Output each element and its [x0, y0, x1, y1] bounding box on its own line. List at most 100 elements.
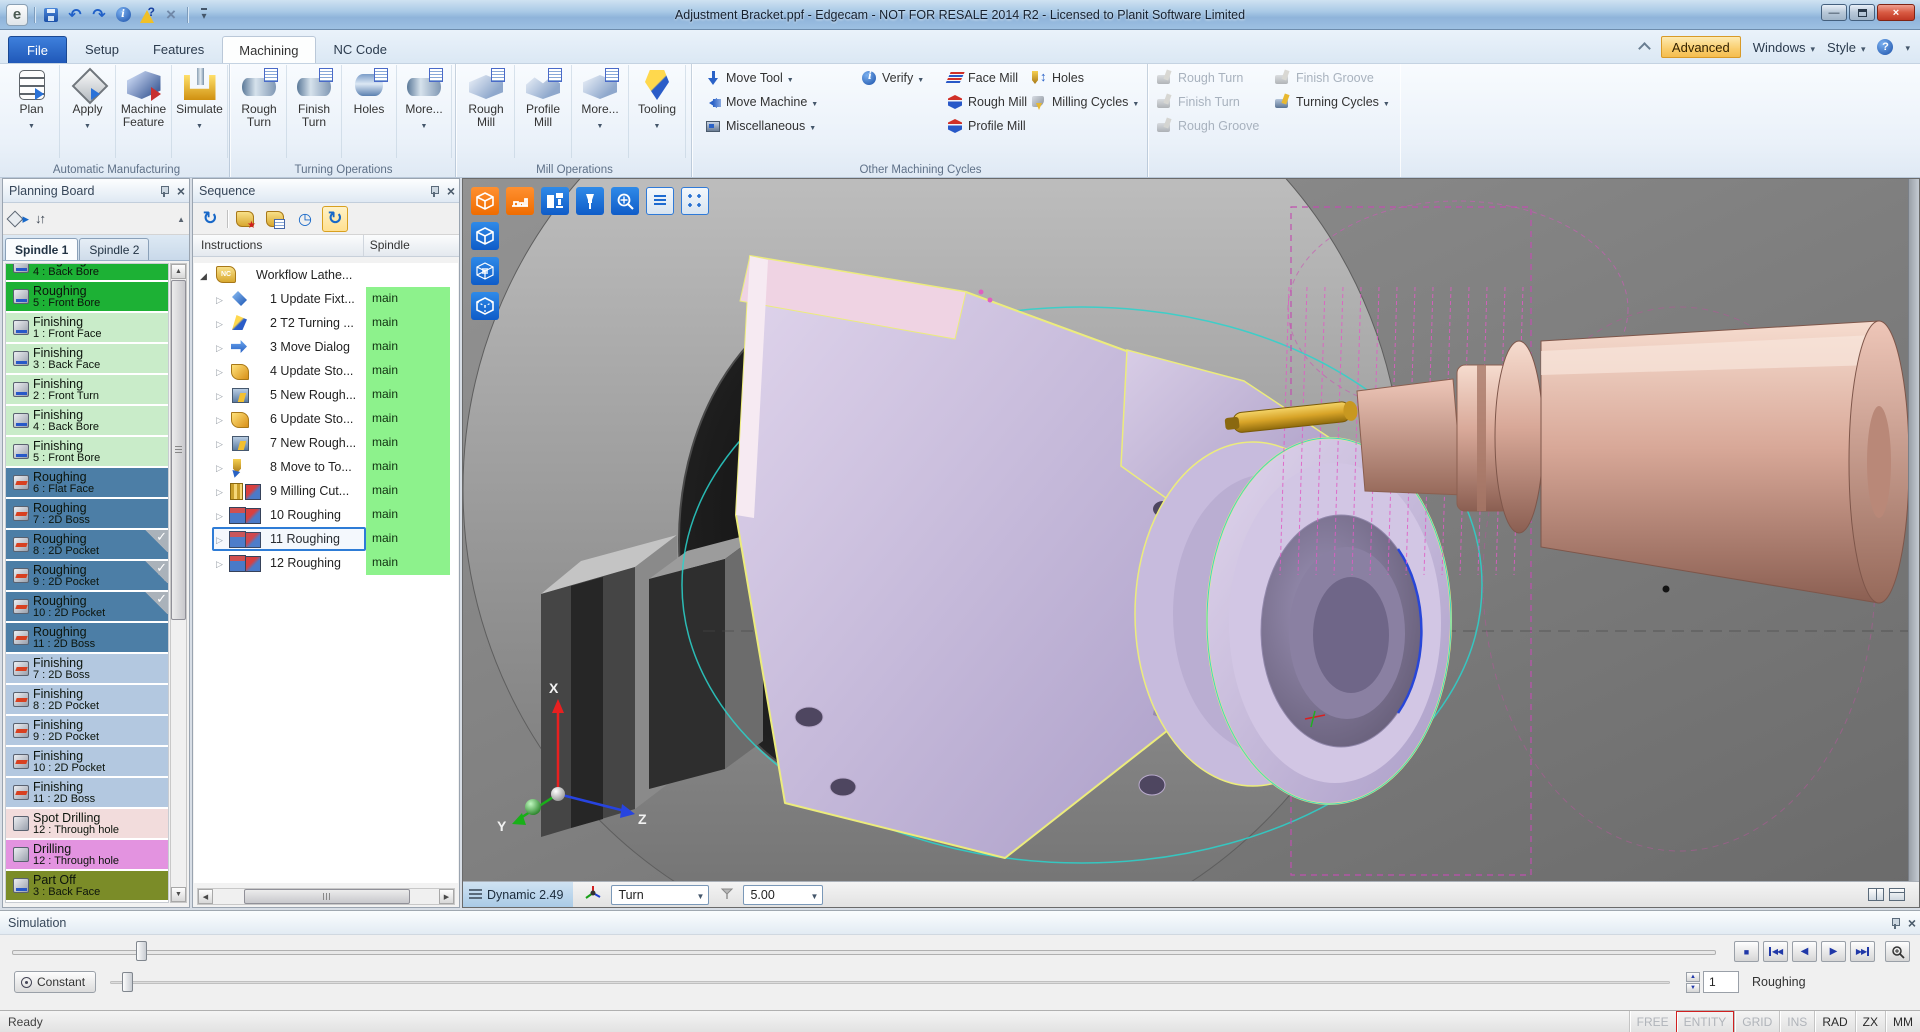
- play-button[interactable]: [1821, 941, 1846, 962]
- sequence-instruction-row[interactable]: 5 New Rough... main: [194, 383, 458, 407]
- ribbon-big-button[interactable]: Finish Turn: [287, 65, 342, 158]
- expand-arrow-icon[interactable]: [216, 556, 226, 570]
- close-icon[interactable]: [1908, 915, 1916, 931]
- ribbon-small-button[interactable]: Holes: [1026, 66, 1143, 90]
- slider-thumb[interactable]: [122, 972, 133, 992]
- planning-operation[interactable]: Roughing 6 : Flat Face: [6, 468, 168, 497]
- scrollbar-thumb[interactable]: [171, 280, 186, 620]
- collapse-ribbon-icon[interactable]: [1639, 44, 1649, 50]
- ribbon-big-button[interactable]: More...: [572, 65, 629, 158]
- expand-arrow-icon[interactable]: [216, 532, 226, 546]
- zoom-icon[interactable]: [611, 187, 639, 215]
- maximize-button[interactable]: [1849, 4, 1875, 21]
- ribbon-big-button[interactable]: More...: [397, 65, 452, 158]
- customize-quick-access-icon[interactable]: [194, 5, 214, 25]
- planning-operation[interactable]: Finishing 9 : 2D Pocket: [6, 716, 168, 745]
- planning-scrollbar[interactable]: [170, 263, 187, 903]
- scroll-down-icon[interactable]: [171, 887, 186, 902]
- planning-operation[interactable]: Finishing 4 : Back Bore: [6, 406, 168, 435]
- ribbon-tab[interactable]: NC Code: [318, 36, 403, 63]
- info-icon[interactable]: i: [113, 5, 133, 25]
- ribbon-small-button[interactable]: Move Tool: [700, 66, 822, 90]
- planning-operation[interactable]: Roughing 7 : 2D Boss: [6, 499, 168, 528]
- pin-icon[interactable]: [1891, 917, 1900, 929]
- chevron-down-icon[interactable]: [1905, 40, 1910, 54]
- sequence-instruction-row[interactable]: 8 Move to To... main: [194, 455, 458, 479]
- planning-operation[interactable]: Roughing 11 : 2D Boss: [6, 623, 168, 652]
- reorder-icon[interactable]: [35, 211, 44, 226]
- sequence-instruction-row[interactable]: 2 T2 Turning ... main: [194, 311, 458, 335]
- collapse-arrow-icon[interactable]: [200, 268, 210, 282]
- ribbon-tab[interactable]: Features: [137, 36, 220, 63]
- ribbon-small-button[interactable]: Milling Cycles: [1026, 90, 1143, 114]
- scrollbar-thumb[interactable]: [244, 889, 410, 904]
- close-icon[interactable]: [447, 183, 455, 199]
- view-list-icon[interactable]: [646, 187, 674, 215]
- sequence-instruction-row[interactable]: 4 Update Sto... main: [194, 359, 458, 383]
- nc-code-report-icon[interactable]: [262, 206, 288, 232]
- expand-arrow-icon[interactable]: [216, 388, 226, 402]
- help-icon[interactable]: ?: [1877, 39, 1893, 55]
- ribbon-tab[interactable]: Machining: [222, 36, 315, 63]
- scroll-up-icon[interactable]: [177, 211, 185, 225]
- planning-operation[interactable]: Spot Drilling 12 : Through hole: [6, 809, 168, 838]
- minimize-button[interactable]: —: [1821, 4, 1847, 21]
- ribbon-small-button[interactable]: Move Machine: [700, 90, 822, 114]
- spin-down-icon[interactable]: [1686, 983, 1700, 993]
- ribbon-big-button[interactable]: Rough Mill: [458, 65, 515, 158]
- tolerance-select[interactable]: 5.00: [743, 885, 823, 905]
- scroll-up-icon[interactable]: [171, 264, 186, 279]
- stock-wire-icon[interactable]: [471, 257, 499, 285]
- ribbon-small-button[interactable]: Face Mill: [942, 66, 1031, 90]
- ribbon-big-button[interactable]: Tooling: [629, 65, 686, 158]
- ribbon-big-button[interactable]: Holes: [342, 65, 397, 158]
- sequence-horizontal-scrollbar[interactable]: [197, 888, 455, 905]
- undo-icon[interactable]: [65, 5, 85, 25]
- status-toggle[interactable]: ZX: [1855, 1011, 1885, 1032]
- expand-arrow-icon[interactable]: [216, 412, 226, 426]
- stock-half-icon[interactable]: [471, 292, 499, 320]
- split-view-icon[interactable]: [1868, 888, 1884, 901]
- status-toggle[interactable]: GRID: [1734, 1011, 1779, 1032]
- ribbon-big-button[interactable]: Rough Turn: [232, 65, 287, 158]
- planning-operation[interactable]: Finishing 7 : 2D Boss: [6, 654, 168, 683]
- expand-arrow-icon[interactable]: [216, 340, 226, 354]
- slider-thumb[interactable]: [136, 941, 147, 961]
- single-view-icon[interactable]: [1889, 888, 1905, 901]
- ribbon-small-button[interactable]: Rough Mill: [942, 90, 1031, 114]
- planning-operation[interactable]: Finishing 11 : 2D Boss: [6, 778, 168, 807]
- expand-arrow-icon[interactable]: [216, 484, 226, 498]
- windows-menu[interactable]: Windows: [1753, 40, 1815, 55]
- ribbon-small-button[interactable]: Turning Cycles: [1270, 90, 1394, 114]
- sequence-instruction-row[interactable]: 3 Move Dialog main: [194, 335, 458, 359]
- ribbon-small-button[interactable]: Rough Turn: [1152, 66, 1263, 90]
- sequence-instruction-row[interactable]: 9 Milling Cut... main: [194, 479, 458, 503]
- spindle-tab[interactable]: Spindle 2: [79, 238, 149, 260]
- ribbon-big-button[interactable]: Plan: [4, 65, 60, 158]
- close-icon[interactable]: [177, 183, 185, 199]
- planning-operation[interactable]: Finishing 10 : 2D Pocket: [6, 747, 168, 776]
- planning-operation[interactable]: Finishing 1 : Front Face: [6, 313, 168, 342]
- apply-plan-icon[interactable]: [7, 209, 29, 229]
- status-toggle[interactable]: FREE: [1629, 1011, 1676, 1032]
- skip-to-start-button[interactable]: [1763, 941, 1788, 962]
- scroll-left-icon[interactable]: [198, 889, 213, 904]
- column-spindle[interactable]: Spindle: [364, 235, 459, 256]
- expand-arrow-icon[interactable]: [216, 316, 226, 330]
- close-button[interactable]: ×: [1877, 4, 1915, 21]
- planning-operation[interactable]: Part Off 3 : Back Face: [6, 871, 168, 900]
- delete-icon[interactable]: [161, 5, 181, 25]
- status-toggle[interactable]: ENTITY: [1676, 1011, 1735, 1032]
- datum-grid-icon[interactable]: [681, 187, 709, 215]
- ribbon-small-button[interactable]: Profile Mill: [942, 114, 1031, 138]
- viewport-splitter[interactable]: [1908, 179, 1919, 883]
- view-mode-chip[interactable]: Dynamic 2.49: [463, 882, 573, 908]
- step-value-field[interactable]: 1: [1703, 971, 1739, 993]
- planning-operation[interactable]: Roughing 9 : 2D Pocket: [6, 561, 168, 590]
- ribbon-small-button[interactable]: Miscellaneous: [700, 114, 822, 138]
- regenerate-icon[interactable]: [197, 206, 223, 232]
- ribbon-tab[interactable]: File: [8, 36, 67, 63]
- sequence-instruction-row[interactable]: 6 Update Sto... main: [194, 407, 458, 431]
- wizard-icon[interactable]: [137, 5, 157, 25]
- planning-operation[interactable]: Finishing 3 : Back Face: [6, 344, 168, 373]
